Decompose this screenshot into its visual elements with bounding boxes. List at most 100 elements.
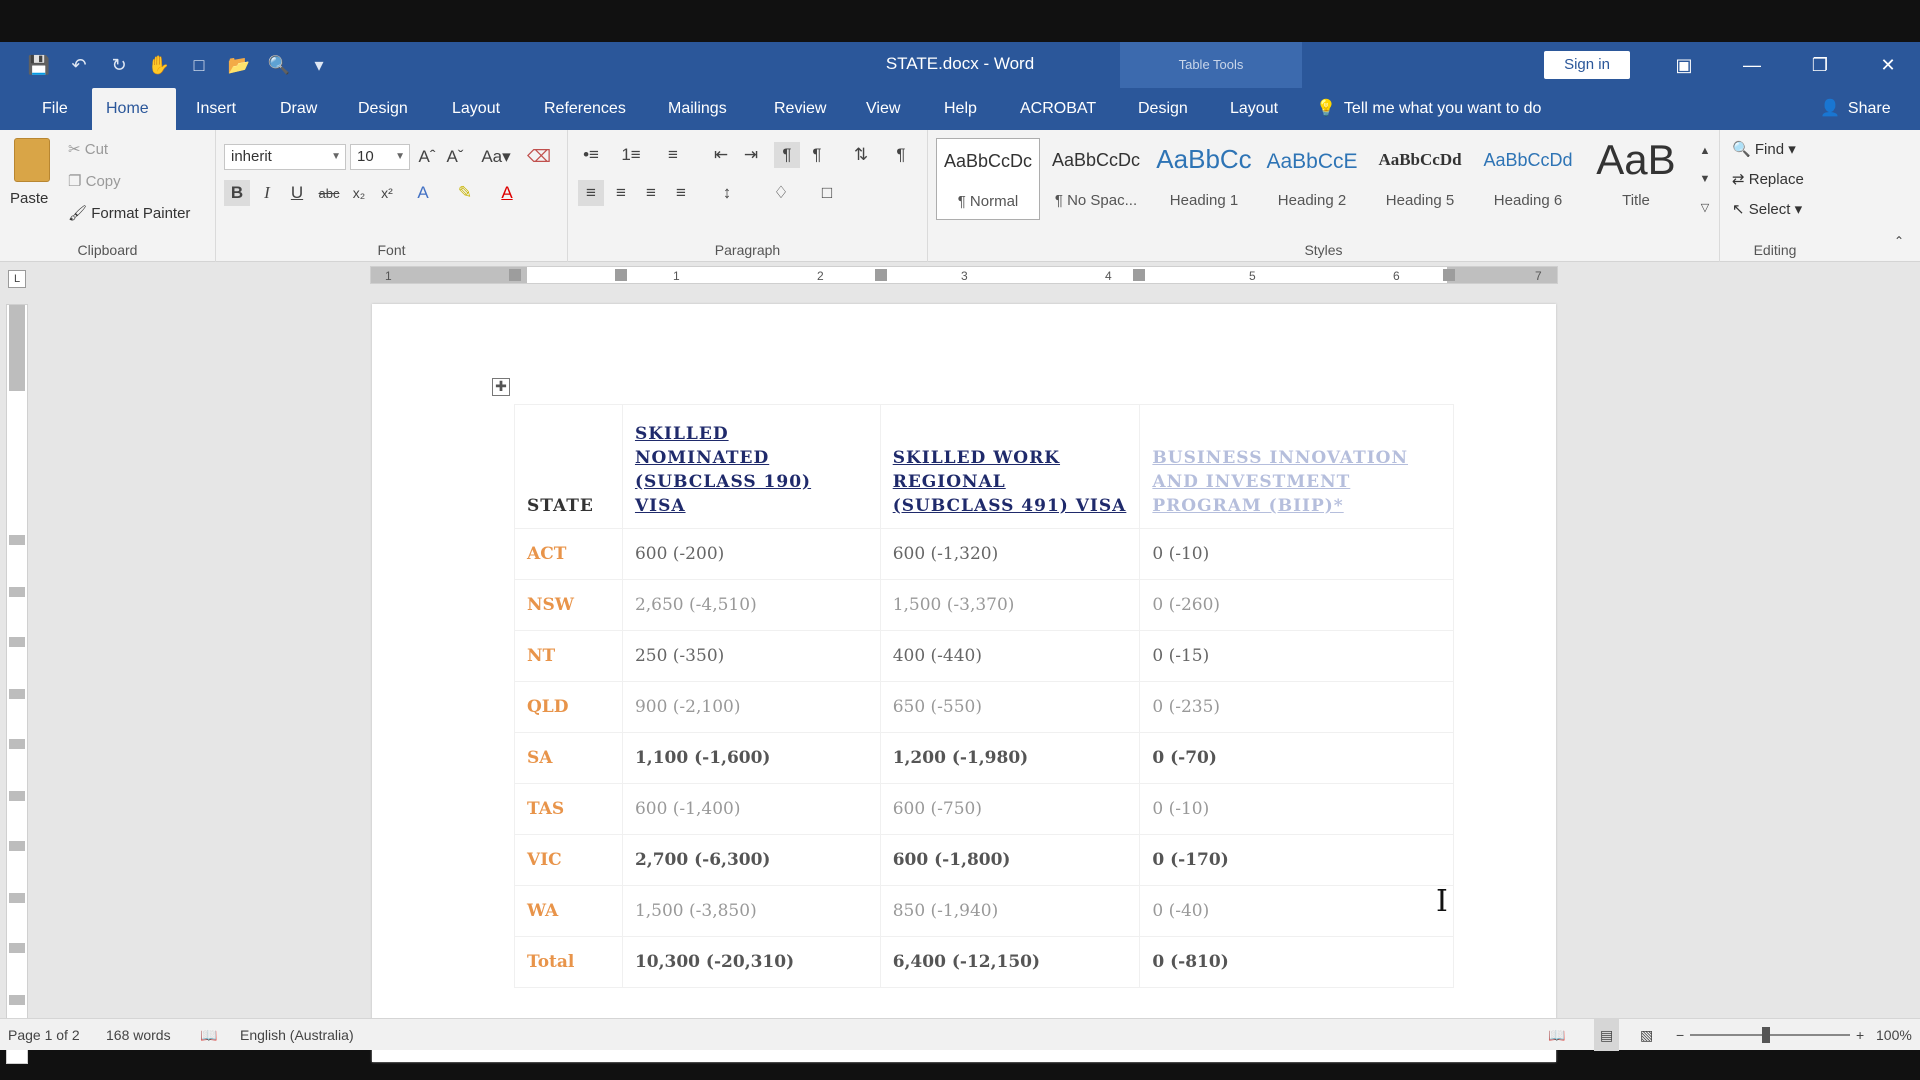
zoom-slider-thumb[interactable] [1762,1027,1770,1043]
tab-help[interactable]: Help [930,88,991,130]
cell-subclass-190[interactable]: 1,100 (-1,600) [621,732,881,784]
touch-mode-icon[interactable]: ✋ [144,52,174,78]
open-icon[interactable]: 📂 [224,52,254,78]
ruler-row-marker[interactable] [9,893,25,903]
cell-biip[interactable]: 0 (-70) [1139,732,1454,784]
font-size-combo[interactable]: 10 ▼ [350,144,410,170]
ruler-column-marker[interactable] [875,269,887,281]
tab-table-design[interactable]: Design [1124,88,1202,130]
ruler-row-marker[interactable] [9,739,25,749]
grow-font-icon[interactable]: Aˆ [414,144,440,170]
style-heading-1[interactable]: AaBbCc Heading 1 [1152,138,1256,220]
page-count[interactable]: Page 1 of 2 [8,1019,80,1051]
ruler-row-marker[interactable] [9,791,25,801]
cell-biip[interactable]: 0 (-15) [1139,630,1454,682]
tab-view[interactable]: View [852,88,914,130]
borders-icon[interactable]: □ [814,180,840,206]
cell-subclass-190[interactable]: 1,500 (-3,850) [621,885,881,937]
ruler-column-marker[interactable] [615,269,627,281]
format-painter-button[interactable]: 🖌 Format Painter [68,204,190,222]
cell-subclass-190[interactable]: 250 (-350) [621,630,881,682]
cell-state[interactable]: QLD [514,681,623,733]
ribbon-display-options-icon[interactable]: ▣ [1650,42,1718,88]
justify-icon[interactable]: ≡ [668,180,694,206]
cell-state[interactable]: TAS [514,783,623,835]
font-family-combo[interactable]: inherit ▼ [224,144,346,170]
print-preview-icon[interactable]: 🔍 [264,52,294,78]
language[interactable]: English (Australia) [240,1019,354,1051]
cell-state[interactable]: SA [514,732,623,784]
ruler-row-marker[interactable] [9,637,25,647]
sign-in-button[interactable]: Sign in [1544,51,1630,79]
paste-icon[interactable] [14,138,50,182]
styles-scroll-down-icon[interactable]: ▼ [1692,166,1718,192]
italic-icon[interactable]: I [254,180,280,206]
style-heading-5[interactable]: AaBbCcDd Heading 5 [1368,138,1472,220]
decrease-indent-icon[interactable]: ⇤ [708,142,734,168]
ltr-icon[interactable]: ¶ [774,142,800,168]
ruler-row-marker[interactable] [9,841,25,851]
minimize-icon[interactable]: — [1718,42,1786,88]
cell-state[interactable]: WA [514,885,623,937]
cell-state[interactable]: VIC [514,834,623,886]
font-color-icon[interactable]: A [494,180,520,206]
cell-state[interactable]: ACT [514,528,623,580]
cell-subclass-491[interactable]: 850 (-1,940) [879,885,1141,937]
header-biip[interactable]: BUSINESS INNOVATION AND INVESTMENT PROGR… [1139,404,1454,529]
style-heading-2[interactable]: AaBbCcE Heading 2 [1260,138,1364,220]
numbering-icon[interactable]: 1≡ [618,142,644,168]
cell-state[interactable]: NT [514,630,623,682]
show-formatting-marks-icon[interactable]: ¶ [888,142,914,168]
cell-biip[interactable]: 0 (-40) [1139,885,1454,937]
ruler-column-marker[interactable] [509,269,521,281]
paste-label[interactable]: Paste [10,190,48,207]
restore-icon[interactable]: ❐ [1786,42,1854,88]
tab-review[interactable]: Review [760,88,840,130]
cell-biip[interactable]: 0 (-10) [1139,528,1454,580]
web-layout-icon[interactable]: ▧ [1640,1019,1653,1051]
tell-me-search[interactable]: 💡 Tell me what you want to do [1316,88,1541,130]
shrink-font-icon[interactable]: Aˇ [442,144,468,170]
change-case-icon[interactable]: Aa▾ [478,144,514,170]
new-document-icon[interactable]: □ [184,52,214,78]
style-heading-6[interactable]: AaBbCcDd Heading 6 [1476,138,1580,220]
visa-allocation-table[interactable]: STATE SKILLED NOMINATED (SUBCLASS 190) V… [514,404,1454,988]
cell-subclass-491[interactable]: 600 (-1,800) [879,834,1141,886]
cell-subclass-491[interactable]: 600 (-750) [879,783,1141,835]
tab-draw[interactable]: Draw [266,88,331,130]
print-layout-icon[interactable]: ▤ [1594,1019,1620,1051]
zoom-slider[interactable] [1690,1034,1850,1036]
vertical-ruler[interactable] [6,304,28,1064]
header-subclass-491[interactable]: SKILLED WORK REGIONAL (SUBCLASS 491) VIS… [879,404,1141,529]
horizontal-ruler[interactable]: 1 1 2 3 4 5 6 7 [370,266,1558,284]
ruler-row-marker[interactable] [9,689,25,699]
styles-more-icon[interactable]: ▽ [1692,194,1718,220]
clear-formatting-icon[interactable]: ⌫ [526,144,552,170]
ruler-column-marker[interactable] [1443,269,1455,281]
sort-icon[interactable]: ⇅ [848,142,874,168]
tab-insert[interactable]: Insert [182,88,250,130]
cell-state[interactable]: Total [514,936,623,988]
align-center-icon[interactable]: ≡ [608,180,634,206]
styles-scroll-up-icon[interactable]: ▲ [1692,138,1718,164]
tab-references[interactable]: References [530,88,640,130]
cell-subclass-491[interactable]: 1,500 (-3,370) [879,579,1141,631]
shading-icon[interactable]: ♢ [768,180,794,206]
document-page[interactable]: ✚ STATE SKILLED NOMINATED (SUBCLASS 190)… [372,304,1556,1062]
bullets-icon[interactable]: •≡ [578,142,604,168]
zoom-in-icon[interactable]: + [1856,1019,1864,1051]
line-spacing-icon[interactable]: ↕ [714,180,740,206]
tab-acrobat[interactable]: ACROBAT [1006,88,1110,130]
style-normal[interactable]: AaBbCcDc ¶ Normal [936,138,1040,220]
tab-layout[interactable]: Layout [438,88,514,130]
tab-home[interactable]: Home [92,88,176,130]
cell-subclass-190[interactable]: 2,700 (-6,300) [621,834,881,886]
ruler-row-marker[interactable] [9,995,25,1005]
rtl-icon[interactable]: ¶ [804,142,830,168]
ruler-row-marker[interactable] [9,535,25,545]
align-right-icon[interactable]: ≡ [638,180,664,206]
header-state[interactable]: STATE [514,404,623,529]
tab-design[interactable]: Design [344,88,422,130]
cell-biip[interactable]: 0 (-235) [1139,681,1454,733]
cut-button[interactable]: ✂ Cut [68,140,108,158]
